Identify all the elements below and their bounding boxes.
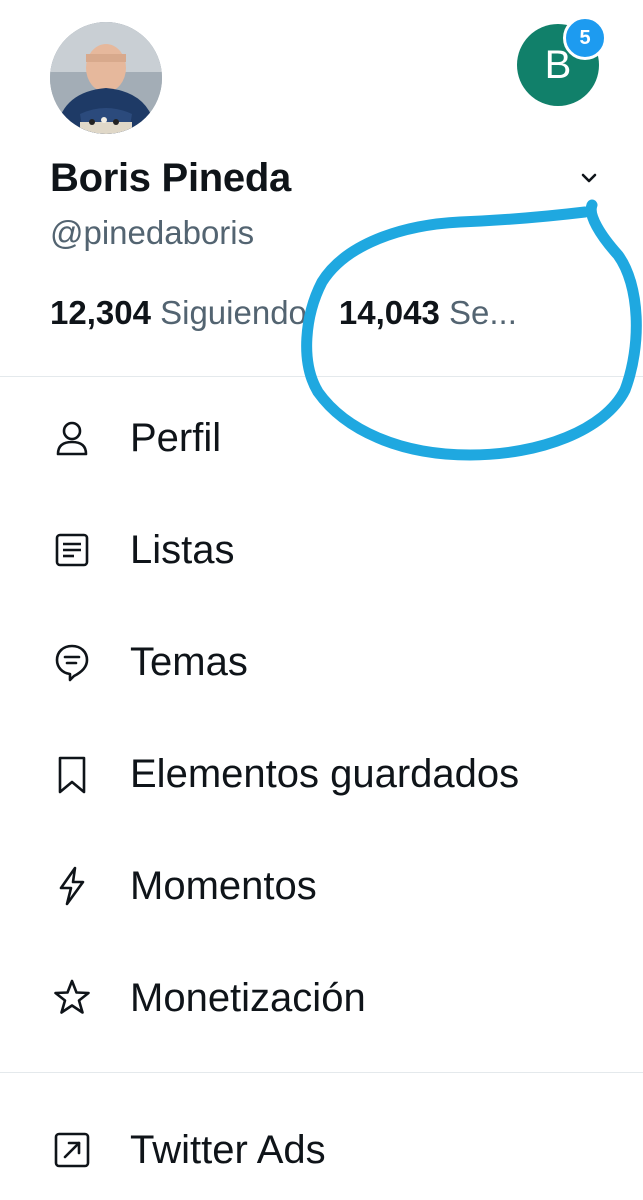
menu-item-listas[interactable]: Listas — [0, 508, 643, 588]
menu-item-elementos-guardados[interactable]: Elementos guardados — [0, 732, 643, 812]
followers-label: Se... — [449, 294, 517, 331]
avatar-photo — [50, 22, 162, 134]
divider — [0, 1072, 643, 1073]
menu-label: Twitter Ads — [130, 1128, 326, 1172]
menu-item-perfil[interactable]: Perfil — [0, 396, 643, 476]
menu-item-monetizacion[interactable]: Monetización — [0, 956, 643, 1036]
menu-label: Monetización — [130, 976, 366, 1020]
followers-link[interactable]: 14,043 Se... — [339, 294, 517, 331]
notification-count-badge: 5 — [563, 16, 607, 60]
external-arrow-icon — [54, 1132, 90, 1168]
star-icon — [54, 979, 90, 1014]
follow-stats: 12,304 Siguiendo 14,043 Se... — [50, 294, 517, 332]
menu-item-momentos[interactable]: Momentos — [0, 844, 643, 924]
following-label: Siguiendo — [160, 294, 307, 331]
followers-count: 14,043 — [338, 294, 440, 331]
bookmark-icon — [58, 756, 86, 794]
menu-item-twitter-ads[interactable]: Twitter Ads — [0, 1108, 643, 1188]
divider — [0, 376, 643, 377]
lightning-icon — [59, 866, 85, 906]
person-icon — [56, 421, 88, 456]
following-count: 12,304 — [50, 294, 151, 331]
user-handle: @pinedaboris — [50, 214, 255, 251]
menu-label: Listas — [130, 528, 235, 572]
menu-item-temas[interactable]: Temas — [0, 620, 643, 700]
display-name: Boris Pineda — [50, 156, 291, 200]
following-link[interactable]: 12,304 Siguiendo — [50, 294, 307, 331]
menu-label: Temas — [130, 640, 248, 684]
chevron-down-icon[interactable] — [574, 163, 604, 193]
menu-label: Momentos — [130, 864, 317, 908]
notification-count: 5 — [579, 26, 591, 49]
menu-label: Perfil — [130, 416, 222, 460]
avatar[interactable] — [50, 22, 162, 134]
menu-label: Elementos guardados — [130, 752, 520, 796]
list-icon — [55, 533, 89, 567]
topics-icon — [55, 644, 89, 682]
